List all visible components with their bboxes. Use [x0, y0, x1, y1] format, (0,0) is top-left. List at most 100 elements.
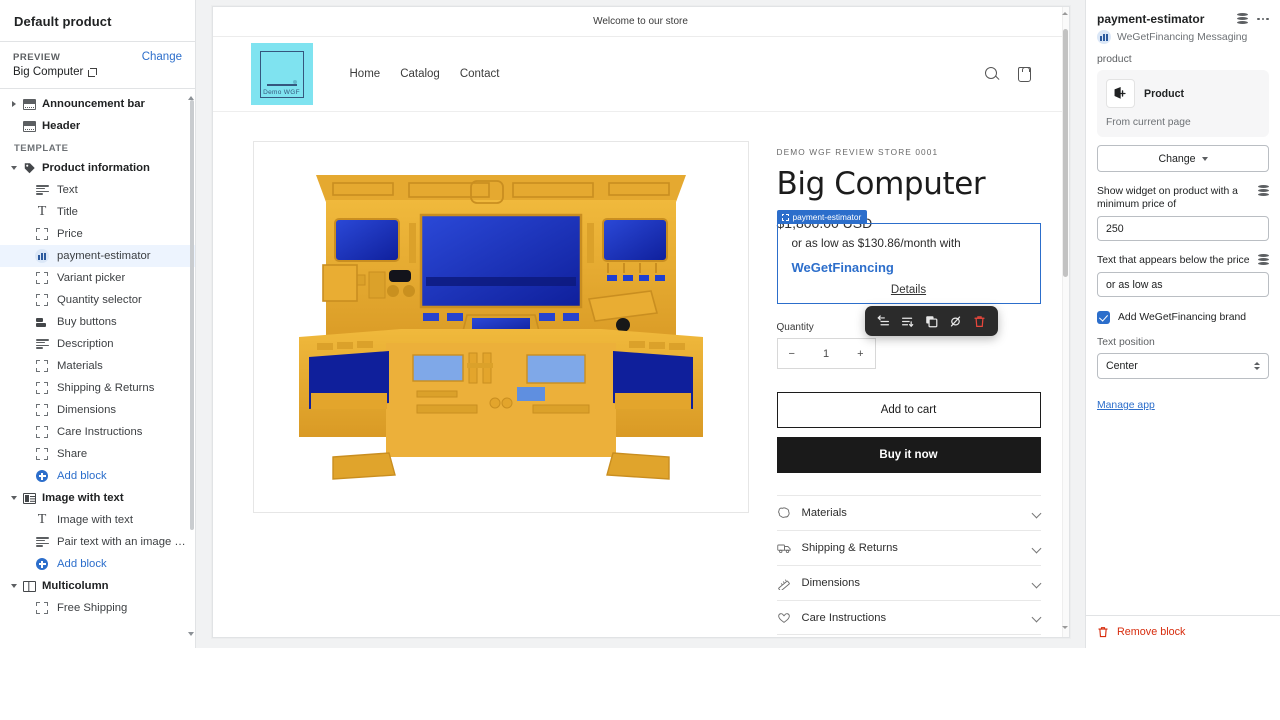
icon-wrap: [33, 448, 51, 460]
manage-app-link[interactable]: Manage app: [1097, 400, 1155, 411]
block-toolbar[interactable]: [864, 306, 998, 336]
scroll-up-icon[interactable]: [188, 96, 195, 103]
sections-list[interactable]: Announcement bar Header TEMPLATE Product in…: [0, 89, 195, 648]
text-position-select[interactable]: Center: [1097, 353, 1269, 379]
sidebar-block-add-block[interactable]: Add block: [0, 553, 195, 575]
text-position-label: Text position: [1097, 337, 1155, 348]
change-product-button[interactable]: Change: [1097, 145, 1269, 172]
sidebar-scrollbar[interactable]: [190, 92, 194, 637]
metafields-icon[interactable]: [1258, 254, 1269, 266]
product-icon: [1106, 79, 1135, 108]
sidebar-section-announcement-bar[interactable]: Announcement bar: [0, 93, 195, 115]
nav-item-contact[interactable]: Contact: [460, 68, 500, 80]
sidebar-block-buy-buttons[interactable]: Buy buttons: [0, 311, 195, 333]
metafields-icon[interactable]: [1237, 13, 1249, 25]
sidebar-block-care-instructions[interactable]: Care Instructions: [0, 421, 195, 443]
quantity-decrease-button[interactable]: −: [789, 348, 795, 360]
sidebar-block-variant-picker[interactable]: Variant picker: [0, 267, 195, 289]
icon-wrap: [33, 537, 51, 547]
accordion-label: Care Instructions: [801, 611, 887, 624]
sidebar-block-quantity-selector[interactable]: Quantity selector: [0, 289, 195, 311]
text-position-field: Text position Center: [1086, 337, 1280, 379]
preview-product-name[interactable]: Big Computer: [13, 66, 182, 78]
cart-icon[interactable]: [1017, 66, 1031, 82]
sidebar-block-pair-text-with-an-image-to-f[interactable]: Pair text with an image to f...: [0, 531, 195, 553]
text-icon: [35, 537, 49, 547]
scroll-down-icon[interactable]: [188, 632, 195, 639]
nav-item-catalog[interactable]: Catalog: [400, 68, 440, 80]
hide-icon[interactable]: [945, 311, 966, 332]
estimator-box[interactable]: or as low as $130.86/month with WeGetFin…: [776, 223, 1041, 304]
accordion-materials[interactable]: Materials: [776, 495, 1041, 530]
search-icon[interactable]: [984, 67, 999, 81]
preview-scroll-thumb[interactable]: [1062, 29, 1068, 277]
min-price-input[interactable]: 250: [1097, 216, 1269, 241]
quantity-increase-button[interactable]: +: [857, 348, 863, 360]
accordion-care-instructions[interactable]: Care Instructions: [776, 600, 1041, 635]
product-image[interactable]: [252, 141, 749, 513]
sidebar-section-product-information[interactable]: Product information: [0, 157, 195, 179]
sidebar-block-image-with-text-label: Image with text: [57, 514, 133, 526]
icon-wrap: [33, 317, 51, 328]
sidebar-block-add-block[interactable]: Add block: [0, 465, 195, 487]
product-section: DEMO WGF REVIEW STORE 0001 Big Computer …: [213, 112, 1069, 635]
more-options-icon[interactable]: [1257, 17, 1269, 21]
quantity-stepper[interactable]: − 1 +: [776, 338, 876, 369]
announcement-bar[interactable]: Welcome to our store: [212, 7, 1069, 37]
store-logo[interactable]: Demo WGF: [250, 43, 313, 105]
payment-estimator-widget[interactable]: payment-estimator or as low as $130.86/m…: [776, 210, 1041, 304]
sidebar-block-title[interactable]: T Title: [0, 201, 195, 223]
icon-wrap: [33, 404, 51, 416]
brand-checkbox[interactable]: [1097, 311, 1110, 324]
sidebar-block-dimensions[interactable]: Dimensions: [0, 399, 195, 421]
store-nav[interactable]: Home Catalog Contact: [350, 68, 500, 80]
placeholder-icon: [36, 228, 48, 240]
sidebar-block-shipping-returns[interactable]: Shipping & Returns: [0, 377, 195, 399]
brand-checkbox-row[interactable]: Add WeGetFinancing brand: [1086, 311, 1280, 324]
reorder-block-icon[interactable]: [897, 311, 918, 332]
move-block-icon[interactable]: [873, 311, 894, 332]
min-price-field: Show widget on product with a minimum pr…: [1086, 185, 1280, 241]
buy-it-now-button[interactable]: Buy it now: [776, 437, 1041, 473]
sidebar-block-payment-estimator-label: payment-estimator: [57, 250, 151, 262]
accordion-shipping-returns[interactable]: Shipping & Returns: [776, 530, 1041, 565]
product-vendor: DEMO WGF REVIEW STORE 0001: [776, 147, 939, 157]
sidebar-section-image-with-text[interactable]: Image with text: [0, 487, 195, 509]
sidebar-block-payment-estimator[interactable]: payment-estimator: [0, 245, 195, 267]
sidebar-section-image-with-text-label: Image with text: [42, 492, 124, 504]
sidebar-scroll-thumb[interactable]: [190, 100, 194, 530]
accordion-dimensions[interactable]: Dimensions: [776, 565, 1041, 600]
sidebar-section-header[interactable]: Header: [0, 115, 195, 137]
nav-item-home[interactable]: Home: [350, 68, 381, 80]
sidebar-section-multicolumn[interactable]: Multicolumn: [0, 575, 195, 597]
collapse-caret-icon[interactable]: [8, 496, 20, 500]
preview-scrollbar[interactable]: [1061, 7, 1069, 637]
add-to-cart-button[interactable]: Add to cart: [776, 392, 1041, 428]
collapse-caret-icon[interactable]: [8, 584, 20, 588]
quantity-value[interactable]: 1: [823, 348, 829, 360]
collapse-caret-icon[interactable]: [8, 166, 20, 170]
duplicate-icon[interactable]: [921, 311, 942, 332]
expand-caret-icon[interactable]: [8, 101, 20, 107]
remove-block-button[interactable]: Remove block: [1086, 615, 1280, 648]
sidebar-block-free-shipping[interactable]: Free Shipping: [0, 597, 195, 619]
sidebar-block-share[interactable]: Share: [0, 443, 195, 465]
delete-icon[interactable]: [969, 311, 990, 332]
sidebar-block-materials[interactable]: Materials: [0, 355, 195, 377]
sidebar-block-description[interactable]: Description: [0, 333, 195, 355]
metafields-icon[interactable]: [1258, 185, 1269, 197]
sidebar-block-price[interactable]: Price: [0, 223, 195, 245]
sidebar-section-announcement-bar-label: Announcement bar: [42, 98, 145, 110]
estimator-details-link[interactable]: Details: [792, 284, 1026, 296]
preview-scroll-up-icon[interactable]: [1061, 12, 1068, 18]
change-preview-link[interactable]: Change: [142, 51, 182, 63]
icon-wrap: [20, 98, 38, 110]
icon-wrap: [33, 426, 51, 438]
title-icon: T: [37, 204, 47, 219]
below-price-input[interactable]: or as low as: [1097, 272, 1269, 297]
truck-icon: [776, 541, 792, 556]
sidebar-block-text[interactable]: Text: [0, 179, 195, 201]
sidebar-block-image-with-text[interactable]: T Image with text: [0, 509, 195, 531]
preview-scroll-down-icon[interactable]: [1061, 626, 1068, 632]
